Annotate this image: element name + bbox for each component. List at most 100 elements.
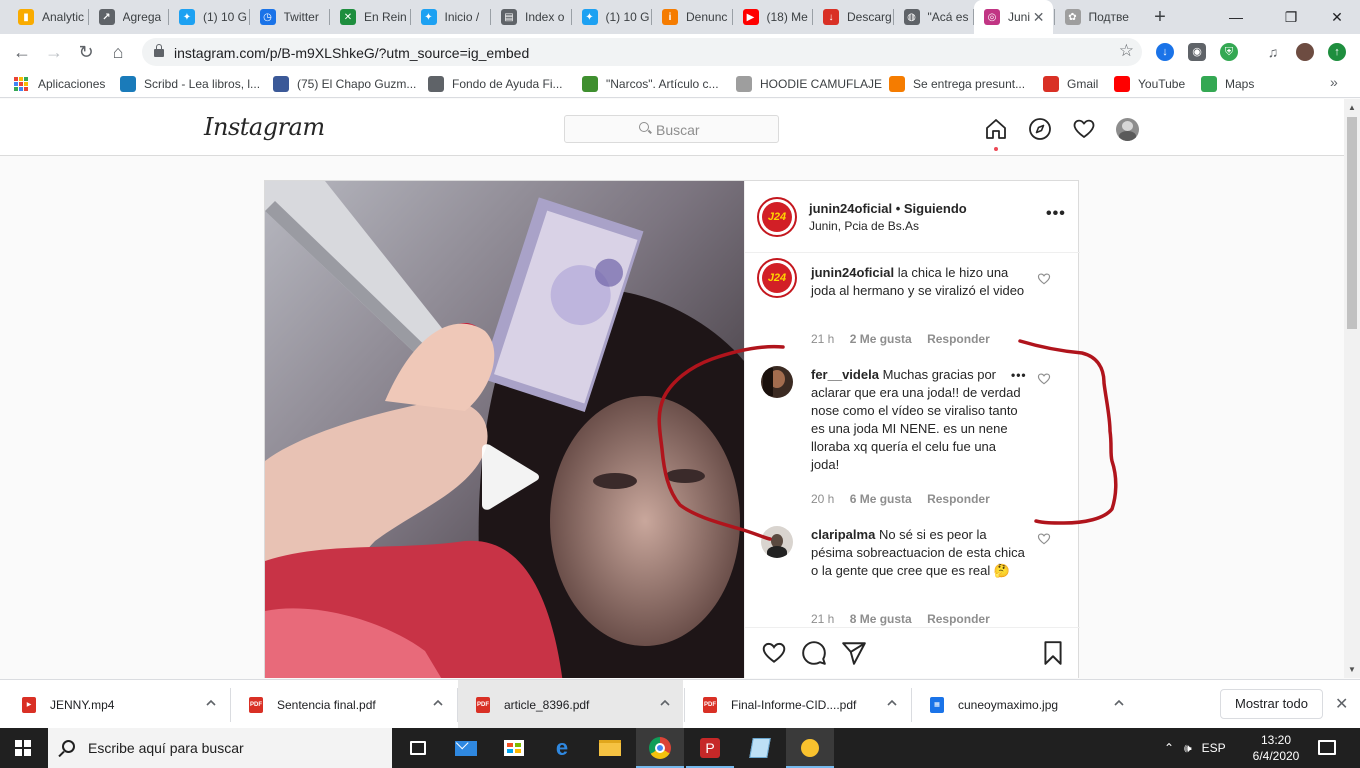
browser-tab[interactable]: ✦ (1) 10 G bbox=[169, 0, 248, 34]
scroll-down-icon[interactable]: ▼ bbox=[1348, 665, 1356, 674]
home-icon[interactable] bbox=[984, 117, 1008, 141]
forward-arrow-icon[interactable]: → bbox=[42, 40, 66, 64]
notifications-icon[interactable] bbox=[1318, 740, 1336, 755]
chevron-up-icon[interactable] bbox=[659, 697, 671, 709]
language-indicator[interactable]: ESP bbox=[1202, 741, 1226, 755]
taskbar-clock[interactable]: 13:20 6/4/2020 bbox=[1248, 732, 1304, 764]
browser-tab[interactable]: ✿ Подтве bbox=[1055, 0, 1134, 34]
browser-tab[interactable]: ▤ Index o bbox=[491, 0, 570, 34]
comment-avatar[interactable] bbox=[761, 526, 793, 558]
minimize-button[interactable]: — bbox=[1225, 6, 1247, 28]
bookmark-item[interactable]: Scribd - Lea libros, l... bbox=[120, 76, 260, 92]
reload-icon[interactable]: ↻ bbox=[74, 40, 98, 64]
bookmark-item[interactable]: Aplicaciones bbox=[14, 76, 105, 92]
tray-chevron-icon[interactable]: ⌃ bbox=[1164, 741, 1174, 755]
bookmark-item[interactable]: Gmail bbox=[1043, 76, 1098, 92]
tab-close-icon[interactable]: ✕ bbox=[1033, 9, 1045, 26]
browser-tab[interactable]: ▶ (18) Me bbox=[733, 0, 812, 34]
scrollbar-thumb[interactable] bbox=[1347, 117, 1357, 329]
url-text[interactable]: instagram.com/p/B-m9XLShkeG/?utm_source=… bbox=[174, 45, 529, 61]
following-label[interactable]: • Siguiendo bbox=[896, 201, 967, 216]
chrome-taskbar-icon[interactable] bbox=[636, 728, 684, 768]
comment-like-heart-icon[interactable] bbox=[1037, 532, 1051, 546]
profile-avatar[interactable] bbox=[1296, 43, 1314, 61]
video-player[interactable] bbox=[265, 181, 744, 678]
chevron-up-icon[interactable] bbox=[886, 697, 898, 709]
download-item[interactable]: ▦ cuneoymaximo.jpg bbox=[912, 680, 1137, 729]
notepad-app-icon[interactable] bbox=[736, 728, 784, 768]
mail-icon[interactable] bbox=[442, 728, 490, 768]
browser-tab[interactable]: ◍ "Acá es bbox=[894, 0, 973, 34]
windows-start-icon[interactable] bbox=[15, 740, 31, 756]
comment-time[interactable]: 20 h bbox=[811, 492, 834, 506]
comment-username[interactable]: fer__videla bbox=[811, 367, 879, 382]
media-control-icon[interactable]: ♫ bbox=[1264, 43, 1282, 61]
bookmark-item[interactable]: Fondo de Ayuda Fi... bbox=[428, 76, 563, 92]
taskbar-search-input[interactable]: Escribe aquí para buscar bbox=[48, 728, 392, 768]
bookmark-item[interactable]: (75) El Chapo Guzm... bbox=[273, 76, 416, 92]
save-bookmark-icon[interactable] bbox=[1040, 640, 1066, 666]
post-location[interactable]: Junin, Pcia de Bs.As bbox=[809, 219, 919, 233]
download-extension-icon[interactable]: ↓ bbox=[1156, 43, 1174, 61]
edge-browser-icon[interactable]: e bbox=[538, 728, 586, 768]
browser-tab[interactable]: ✦ (1) 10 G bbox=[572, 0, 651, 34]
new-tab-button[interactable]: + bbox=[1149, 4, 1171, 30]
file-explorer-icon[interactable] bbox=[586, 728, 634, 768]
page-scrollbar[interactable]: ▲ ▼ bbox=[1344, 99, 1360, 678]
post-username[interactable]: junin24oficial bbox=[809, 201, 892, 216]
address-bar[interactable]: instagram.com/p/B-m9XLShkeG/?utm_source=… bbox=[142, 38, 1142, 66]
scroll-up-icon[interactable]: ▲ bbox=[1348, 103, 1356, 112]
comment-like-heart-icon[interactable] bbox=[1037, 272, 1051, 286]
share-send-icon[interactable] bbox=[841, 640, 867, 666]
play-icon[interactable] bbox=[476, 443, 540, 511]
home-icon[interactable]: ⌂ bbox=[106, 40, 130, 64]
comment-likes[interactable]: 8 Me gusta bbox=[850, 612, 912, 626]
bookmark-item[interactable]: "Narcos". Artículo c... bbox=[582, 76, 719, 92]
profile-avatar[interactable] bbox=[1116, 118, 1139, 141]
browser-tab[interactable]: ↓ Descarg bbox=[813, 0, 892, 34]
volume-icon[interactable]: 🕪 bbox=[1184, 741, 1192, 756]
more-options-icon[interactable]: ••• bbox=[1046, 205, 1066, 223]
download-item[interactable]: PDF article_8396.pdf bbox=[458, 680, 683, 729]
chevron-up-icon[interactable] bbox=[205, 697, 217, 709]
comment-like-heart-icon[interactable] bbox=[1037, 372, 1051, 386]
bookmark-star-icon[interactable]: ☆ bbox=[1119, 41, 1134, 61]
task-view-icon[interactable] bbox=[394, 728, 442, 768]
comment-likes[interactable]: 6 Me gusta bbox=[850, 492, 912, 506]
download-item[interactable]: PDF Final-Informe-CID....pdf bbox=[685, 680, 910, 729]
comment-avatar[interactable]: J24 bbox=[757, 258, 797, 298]
browser-tab[interactable]: ✦ Inicio / bbox=[411, 0, 490, 34]
browser-tab[interactable]: ✕ En Rein bbox=[330, 0, 409, 34]
comment-username[interactable]: junin24oficial bbox=[811, 265, 894, 280]
maximize-button[interactable]: ❐ bbox=[1280, 6, 1302, 28]
reply-button[interactable]: Responder bbox=[927, 332, 990, 346]
vpn-extension-icon[interactable]: ⛨ bbox=[1220, 43, 1238, 61]
download-item[interactable]: ▶ JENNY.mp4 bbox=[4, 680, 229, 729]
pinned-app-icon-yellow[interactable] bbox=[786, 728, 834, 768]
robot-extension-icon[interactable]: ◉ bbox=[1188, 43, 1206, 61]
like-heart-icon[interactable] bbox=[761, 640, 787, 666]
comment-likes[interactable]: 2 Me gusta bbox=[850, 332, 912, 346]
chevron-up-icon[interactable] bbox=[432, 697, 444, 709]
bookmarks-overflow-icon[interactable]: » bbox=[1330, 74, 1338, 90]
show-all-downloads-button[interactable]: Mostrar todo bbox=[1220, 689, 1323, 719]
back-arrow-icon[interactable]: ← bbox=[10, 40, 34, 64]
browser-tab[interactable]: ◷ Twitter bbox=[250, 0, 329, 34]
comment-time[interactable]: 21 h bbox=[811, 332, 834, 346]
chevron-up-icon[interactable] bbox=[1113, 697, 1125, 709]
comment-username[interactable]: claripalma bbox=[811, 527, 875, 542]
search-input[interactable]: Buscar bbox=[564, 115, 779, 143]
bookmark-item[interactable]: HOODIE CAMUFLAJE bbox=[736, 76, 882, 92]
download-item[interactable]: PDF Sentencia final.pdf bbox=[231, 680, 456, 729]
window-close-button[interactable]: ✕ bbox=[1326, 6, 1348, 28]
browser-tab[interactable]: ◎ Juni ✕ bbox=[974, 0, 1053, 34]
reply-button[interactable]: Responder bbox=[927, 492, 990, 506]
browser-tab[interactable]: ↗ Agrega bbox=[89, 0, 168, 34]
store-icon[interactable] bbox=[490, 728, 538, 768]
activity-heart-icon[interactable] bbox=[1072, 117, 1096, 141]
explore-compass-icon[interactable] bbox=[1028, 117, 1052, 141]
bookmark-item[interactable]: Maps bbox=[1201, 76, 1254, 92]
instagram-logo[interactable]: Instagram bbox=[204, 113, 325, 141]
pinned-app-icon[interactable]: P bbox=[686, 728, 734, 768]
comment-options-icon[interactable]: ••• bbox=[1011, 368, 1027, 382]
